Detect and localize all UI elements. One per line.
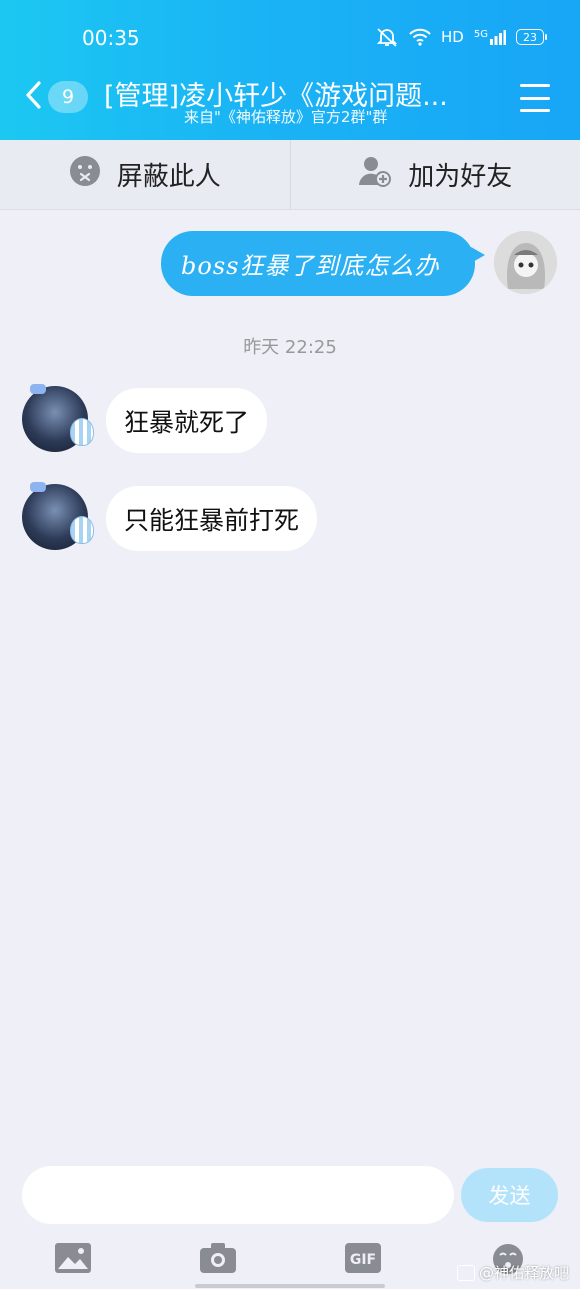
add-friend-icon: [358, 155, 392, 194]
received-message-bubble[interactable]: 狂暴就死了: [106, 388, 268, 453]
signal-icon: 5G: [474, 29, 506, 45]
chat-header: 00:35 HD 5G 23 9 [管理]凌小轩少《游戏问题... 来自"《神佑…: [0, 0, 580, 140]
bow-decoration: [30, 384, 46, 394]
status-time: 00:35: [82, 26, 140, 50]
camera-icon[interactable]: [199, 1242, 237, 1274]
sender-avatar[interactable]: [22, 384, 94, 452]
menu-button[interactable]: [520, 84, 550, 112]
message-text: 狂暴就死了: [124, 407, 250, 437]
block-face-icon: [69, 155, 101, 194]
gif-icon[interactable]: GIF: [344, 1242, 382, 1274]
add-friend-button[interactable]: 加为好友: [291, 140, 580, 209]
received-message-bubble[interactable]: 只能狂暴前打死: [106, 486, 318, 551]
back-chevron-icon: [24, 80, 42, 114]
message-input[interactable]: [22, 1166, 454, 1224]
send-button[interactable]: 发送: [461, 1168, 558, 1222]
back-button[interactable]: 9: [24, 80, 88, 114]
composer: 发送: [22, 1166, 558, 1224]
menu-icon-line: [520, 109, 550, 112]
home-indicator: [195, 1284, 385, 1288]
message-text: 只能狂暴前打死: [124, 505, 300, 535]
menu-icon-line: [520, 96, 550, 100]
mute-bell-icon: [375, 26, 399, 48]
image-icon[interactable]: [54, 1242, 92, 1274]
bow-decoration: [30, 482, 46, 492]
stranger-action-bar: 屏蔽此人 加为好友: [0, 140, 580, 210]
battery-level: 23: [523, 30, 537, 44]
watermark: @神佑释放吧: [457, 1262, 569, 1283]
block-user-button[interactable]: 屏蔽此人: [0, 140, 290, 209]
wifi-icon: [409, 28, 431, 46]
status-icons: HD 5G 23: [375, 26, 547, 48]
message-text: boss狂暴了到底怎么办: [181, 252, 440, 280]
unread-count-badge: 9: [48, 81, 88, 113]
balloon-decoration-icon: [70, 516, 94, 544]
message-timestamp: 昨天 22:25: [243, 337, 337, 358]
chat-subtitle: 来自"《神佑释放》官方2群"群: [184, 108, 388, 126]
balloon-decoration-icon: [70, 418, 94, 446]
battery-icon: 23: [516, 29, 547, 45]
menu-icon-line: [520, 84, 550, 87]
sent-message-bubble[interactable]: boss狂暴了到底怎么办: [161, 231, 485, 296]
gif-label: GIF: [350, 1252, 376, 1268]
self-avatar[interactable]: [494, 231, 557, 294]
sender-avatar[interactable]: [22, 482, 94, 550]
watermark-logo-icon: [457, 1264, 475, 1281]
signal-label: 5G: [473, 29, 488, 40]
network-label: HD: [441, 28, 464, 46]
add-friend-label: 加为好友: [408, 162, 513, 192]
block-user-label: 屏蔽此人: [116, 162, 221, 192]
watermark-text: @神佑释放吧: [479, 1264, 570, 1282]
anime-girl-avatar-icon: [494, 231, 557, 294]
